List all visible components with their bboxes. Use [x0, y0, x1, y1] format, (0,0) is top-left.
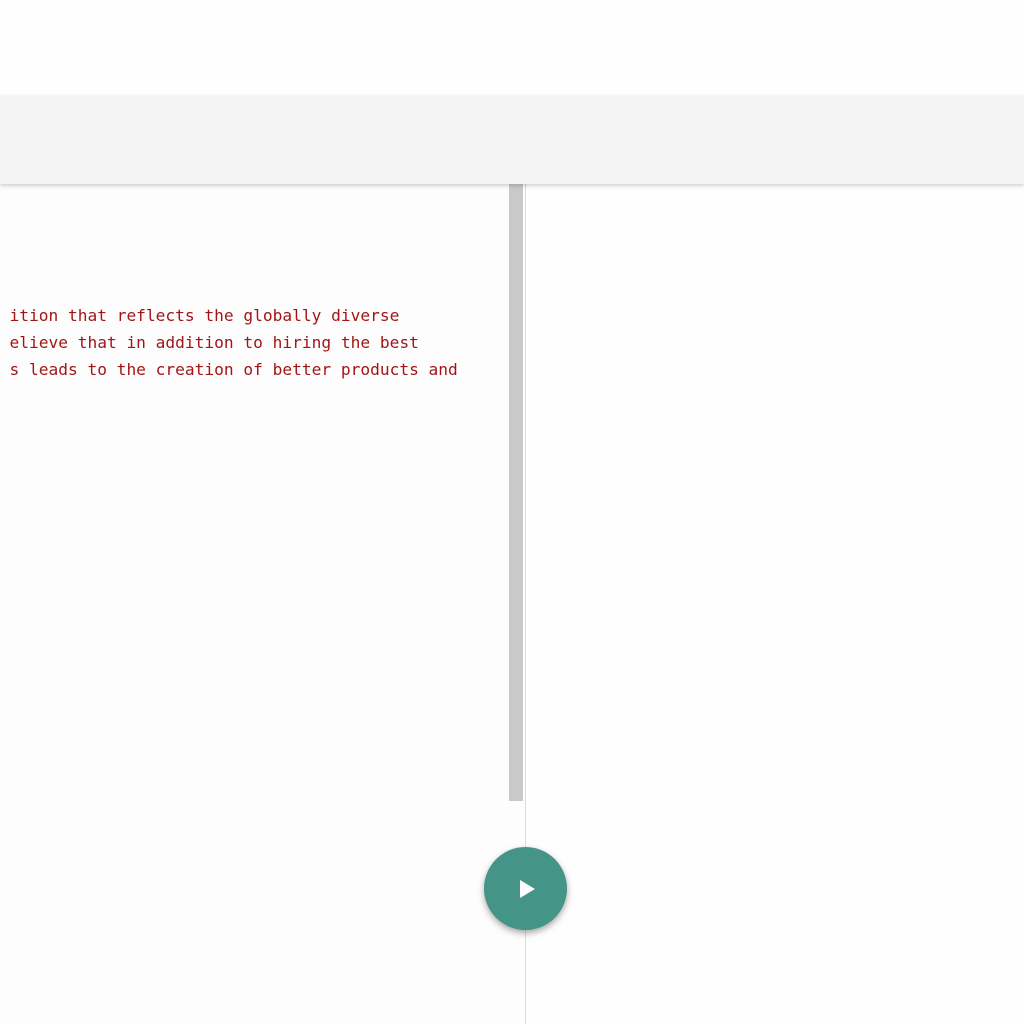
- play-icon: [520, 879, 535, 898]
- code-editor[interactable]: ition that reflects the globally diverse…: [0, 184, 525, 1024]
- run-button[interactable]: [484, 847, 567, 930]
- code-line[interactable]: s leads to the creation of better produc…: [0, 356, 457, 383]
- code-line[interactable]: elieve that in addition to hiring the be…: [0, 329, 418, 356]
- output-pane: [526, 184, 1024, 1024]
- toolbar: [0, 95, 1024, 184]
- editor-scrollbar-thumb[interactable]: [509, 184, 523, 801]
- top-strip: [0, 0, 1024, 95]
- app-window: ition that reflects the globally diverse…: [0, 0, 1024, 1024]
- code-line[interactable]: ition that reflects the globally diverse: [0, 302, 399, 329]
